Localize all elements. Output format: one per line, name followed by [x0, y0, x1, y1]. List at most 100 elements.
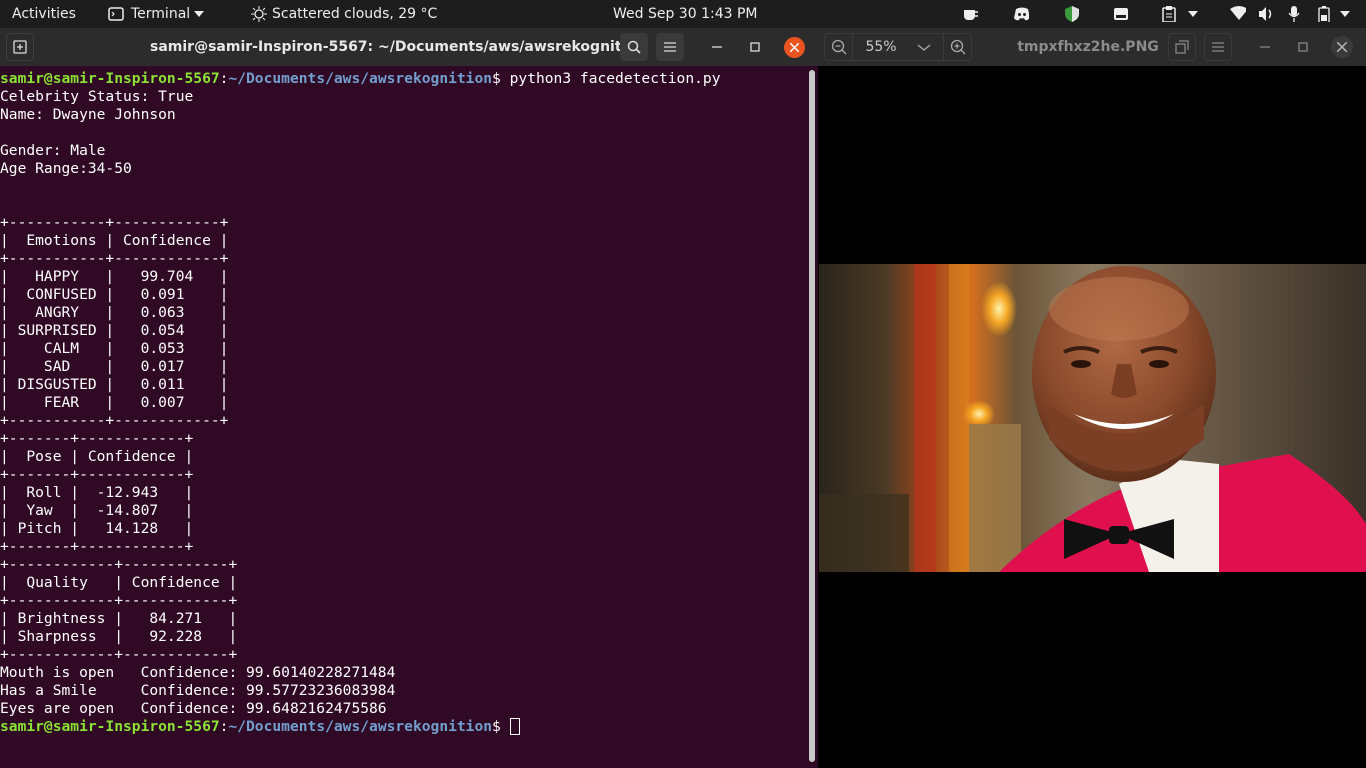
microphone-icon[interactable]	[1288, 6, 1304, 22]
maximize-button[interactable]	[744, 36, 766, 58]
zoom-in-button[interactable]	[943, 34, 971, 60]
terminal-window: samir@samir-Inspiron-5567: ~/Documents/a…	[0, 28, 818, 768]
chevron-down-icon	[194, 11, 204, 17]
weather-icon	[251, 6, 267, 22]
output-line: +-----------+------------+	[0, 250, 229, 267]
maximize-icon	[750, 42, 760, 52]
output-line: | Brightness | 84.271 |	[0, 610, 238, 627]
output-line: +-----------+------------+	[0, 412, 229, 429]
chevron-down-icon[interactable]	[917, 44, 931, 52]
menu-button[interactable]	[656, 33, 684, 61]
output-line: | DISGUSTED | 0.011 |	[0, 376, 229, 393]
discord-icon[interactable]	[1013, 6, 1029, 22]
prompt-user: samir@samir-Inspiron-5567	[0, 718, 220, 735]
output-line: +------------+------------+	[0, 556, 238, 573]
viewer-maximize-button[interactable]	[1292, 36, 1314, 58]
wifi-icon[interactable]	[1230, 6, 1246, 22]
output-line: +-------+------------+	[0, 430, 194, 447]
prompt-path: ~/Documents/aws/awsrekognition	[228, 718, 493, 735]
app-name: Terminal	[131, 6, 191, 22]
prompt-path: ~/Documents/aws/awsrekognition	[228, 70, 493, 87]
output-line: | ANGRY | 0.063 |	[0, 304, 229, 321]
zoom-controls: 55%	[824, 33, 972, 61]
output-line: Age Range:34-50	[0, 160, 132, 177]
output-line: | CONFUSED | 0.091 |	[0, 286, 229, 303]
command-text: python3 facedetection.py	[509, 70, 721, 87]
search-button[interactable]	[620, 33, 648, 61]
displayed-photo	[819, 264, 1366, 572]
terminal-output[interactable]: samir@samir-Inspiron-5567:~/Documents/aw…	[0, 70, 808, 760]
volume-icon[interactable]	[1258, 6, 1274, 22]
output-line: | Roll | -12.943 |	[0, 484, 194, 501]
output-lines: Celebrity Status: True Name: Dwayne Johns…	[0, 88, 808, 718]
output-line: Mouth is open Confidence: 99.60140228271…	[0, 664, 396, 681]
output-line: Has a Smile Confidence: 99.5772323608398…	[0, 682, 396, 699]
activities-button[interactable]: Activities	[12, 0, 76, 28]
output-line: +-----------+------------+	[0, 214, 229, 231]
viewer-header-bar: 55% tmpxfhxz2he.PNG	[818, 28, 1366, 66]
fullscreen-button[interactable]	[1168, 33, 1196, 61]
coffee-icon[interactable]	[962, 6, 978, 22]
active-prompt-line: samir@samir-Inspiron-5567:~/Documents/aw…	[0, 718, 808, 736]
shield-icon[interactable]	[1065, 6, 1081, 22]
zoom-out-icon	[831, 39, 847, 55]
clipboard-icon[interactable]	[1162, 6, 1178, 22]
minimize-icon	[712, 46, 722, 48]
output-line: Name: Dwayne Johnson	[0, 106, 176, 123]
battery-icon[interactable]	[1318, 6, 1334, 22]
new-tab-button[interactable]	[6, 33, 34, 61]
output-line: +-------+------------+	[0, 538, 194, 555]
weather-text: Scattered clouds, 29 °C	[272, 6, 438, 22]
command-line: samir@samir-Inspiron-5567:~/Documents/aw…	[0, 70, 721, 87]
output-line: | Sharpness | 92.228 |	[0, 628, 238, 645]
output-line: | Emotions | Confidence |	[0, 232, 229, 249]
output-line: | FEAR | 0.007 |	[0, 394, 229, 411]
clock[interactable]: Wed Sep 30 1:43 PM	[613, 0, 757, 28]
scrollbar[interactable]	[809, 70, 815, 762]
minimize-icon	[1260, 46, 1270, 48]
drive-icon[interactable]	[1113, 6, 1129, 22]
terminal-icon	[108, 7, 124, 21]
image-viewer-window: 55% tmpxfhxz2he.PNG	[818, 28, 1366, 768]
output-line: | SAD | 0.017 |	[0, 358, 229, 375]
output-line: Eyes are open Confidence: 99.64821624755…	[0, 700, 387, 717]
chevron-down-icon[interactable]	[1188, 11, 1204, 27]
new-tab-icon	[13, 40, 27, 54]
output-line: | Yaw | -14.807 |	[0, 502, 194, 519]
text-cursor	[509, 718, 520, 735]
close-icon	[790, 43, 799, 52]
zoom-out-button[interactable]	[825, 34, 853, 60]
viewer-title: tmpxfhxz2he.PNG	[1017, 39, 1159, 55]
output-line: | SURPRISED | 0.054 |	[0, 322, 229, 339]
zoom-in-icon	[950, 39, 966, 55]
terminal-header-bar: samir@samir-Inspiron-5567: ~/Documents/a…	[0, 28, 818, 66]
prompt-user: samir@samir-Inspiron-5567	[0, 70, 220, 87]
output-line: Celebrity Status: True	[0, 88, 194, 105]
close-button[interactable]	[784, 37, 805, 58]
minimize-button[interactable]	[706, 36, 728, 58]
search-icon	[627, 40, 641, 54]
chevron-down-icon[interactable]	[1340, 11, 1356, 27]
zoom-level[interactable]: 55%	[853, 34, 909, 60]
output-line: +------------+------------+	[0, 592, 238, 609]
output-line: | CALM | 0.053 |	[0, 340, 229, 357]
output-line: +------------+------------+	[0, 646, 238, 663]
viewer-menu-button[interactable]	[1204, 33, 1232, 61]
output-line: +-------+------------+	[0, 466, 194, 483]
menu-icon	[664, 42, 676, 52]
maximize-icon	[1298, 42, 1308, 52]
output-line: | Pitch | 14.128 |	[0, 520, 194, 537]
output-line: Gender: Male	[0, 142, 106, 159]
app-menu[interactable]: Terminal	[108, 0, 208, 28]
menu-icon	[1212, 42, 1224, 52]
top-bar: Activities Terminal Scattered clouds, 29…	[0, 0, 1366, 28]
close-icon	[1337, 42, 1347, 52]
output-line: | Pose | Confidence |	[0, 448, 194, 465]
fullscreen-icon	[1175, 40, 1189, 54]
viewer-close-button[interactable]	[1331, 36, 1353, 58]
viewer-minimize-button[interactable]	[1254, 36, 1276, 58]
window-title: samir@samir-Inspiron-5567: ~/Documents/a…	[150, 39, 646, 55]
